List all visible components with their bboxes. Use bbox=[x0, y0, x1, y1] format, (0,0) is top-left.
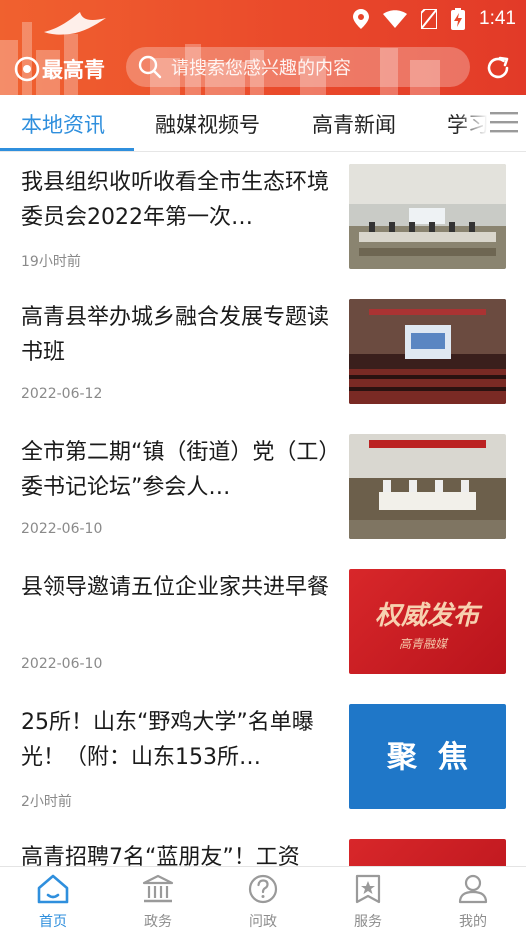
nav-label: 问政 bbox=[249, 914, 277, 930]
news-title: 高青招聘7名“蓝朋友”！工资 bbox=[21, 845, 300, 866]
bottom-nav: 首页 政务 问政 服务 我的 bbox=[0, 866, 526, 937]
menu-icon[interactable] bbox=[490, 111, 518, 133]
no-sim-icon bbox=[421, 9, 438, 29]
refresh-icon[interactable] bbox=[484, 54, 512, 82]
brand[interactable]: 最高青 bbox=[14, 54, 105, 84]
news-item[interactable]: 25所！山东“野鸡大学”名单曝光！（附：山东153所… 2小时前 聚 焦 bbox=[0, 691, 526, 826]
brand-name: 最高青 bbox=[42, 58, 105, 82]
meeting-room-photo bbox=[349, 164, 506, 269]
search-placeholder: 请搜索您感兴趣的内容 bbox=[171, 58, 351, 79]
search-icon bbox=[138, 55, 162, 79]
news-title: 我县组织收听收看全市生态环境委员会2022年第一次… bbox=[21, 170, 330, 230]
app-header: 1:41 最高青 请搜索您感兴趣的内容 bbox=[0, 0, 526, 95]
nav-profile[interactable]: 我的 bbox=[433, 873, 513, 931]
news-thumbnail bbox=[349, 299, 506, 404]
news-title: 全市第二期“镇（街道）党（工）委书记论坛”参会人… bbox=[21, 440, 330, 500]
nav-label: 首页 bbox=[39, 914, 67, 930]
news-item[interactable]: 我县组织收听收看全市生态环境委员会2022年第一次… 19小时前 bbox=[0, 151, 526, 286]
news-thumbnail bbox=[349, 434, 506, 539]
location-icon bbox=[353, 9, 370, 29]
news-item[interactable]: 高青县举办城乡融合发展专题读书班 2022-06-12 bbox=[0, 286, 526, 421]
news-item[interactable]: 高青招聘7名“蓝朋友”！工资 bbox=[0, 826, 526, 866]
red-banner bbox=[349, 839, 506, 866]
status-bar: 1:41 bbox=[353, 6, 516, 32]
nav-label: 政务 bbox=[144, 914, 172, 930]
question-icon bbox=[248, 874, 278, 904]
profile-icon bbox=[458, 874, 488, 904]
news-time: 2022-06-10 bbox=[21, 521, 103, 537]
forum-photo bbox=[349, 434, 506, 539]
banner-subtext: 高青融媒 bbox=[399, 637, 448, 651]
focus-banner-text: 聚 焦 bbox=[387, 740, 468, 775]
news-feed: 我县组织收听收看全市生态环境委员会2022年第一次… 19小时前 高青县举办城乡… bbox=[0, 151, 526, 866]
news-time: 2022-06-12 bbox=[21, 386, 103, 402]
news-thumbnail bbox=[349, 164, 506, 269]
news-item[interactable]: 全市第二期“镇（街道）党（工）委书记论坛”参会人… 2022-06-10 bbox=[0, 421, 526, 556]
news-thumbnail: 权威发布 高青融媒 bbox=[349, 569, 506, 674]
search-box[interactable]: 请搜索您感兴趣的内容 bbox=[126, 47, 470, 87]
nav-label: 服务 bbox=[354, 914, 382, 930]
government-building-icon bbox=[142, 874, 174, 903]
nav-government[interactable]: 政务 bbox=[118, 873, 198, 931]
home-icon bbox=[37, 874, 69, 904]
nav-home[interactable]: 首页 bbox=[13, 873, 93, 931]
news-time: 2022-06-10 bbox=[21, 656, 103, 672]
tab-gaoqing-news[interactable]: 高青新闻 bbox=[312, 109, 396, 139]
news-item[interactable]: 县领导邀请五位企业家共进早餐 2022-06-10 权威发布 高青融媒 bbox=[0, 556, 526, 691]
banner-text: 权威发布 bbox=[375, 601, 480, 631]
clock: 1:41 bbox=[479, 8, 516, 29]
news-time: 2小时前 bbox=[21, 794, 72, 810]
battery-charging-icon bbox=[451, 8, 466, 30]
category-tabs: 本地资讯 融媒视频号 高青新闻 学习 bbox=[0, 95, 526, 152]
tab-media-video[interactable]: 融媒视频号 bbox=[155, 109, 260, 139]
nav-label: 我的 bbox=[459, 914, 487, 930]
news-thumbnail: 聚 焦 bbox=[349, 704, 506, 809]
nav-service[interactable]: 服务 bbox=[328, 873, 408, 931]
news-title: 县领导邀请五位企业家共进早餐 bbox=[21, 575, 330, 600]
bird-logo-icon bbox=[44, 12, 106, 35]
tab-local-news[interactable]: 本地资讯 bbox=[21, 109, 105, 139]
wifi-icon bbox=[383, 10, 408, 28]
service-star-icon bbox=[355, 874, 381, 904]
nav-inquiry[interactable]: 问政 bbox=[223, 873, 303, 931]
authority-release-banner: 权威发布 高青融媒 bbox=[349, 569, 506, 674]
news-time: 19小时前 bbox=[21, 254, 81, 270]
brand-logo-icon bbox=[14, 56, 40, 82]
auditorium-photo bbox=[349, 299, 506, 404]
news-title: 25所！山东“野鸡大学”名单曝光！（附：山东153所… bbox=[21, 710, 314, 770]
news-title: 高青县举办城乡融合发展专题读书班 bbox=[21, 305, 330, 365]
news-thumbnail bbox=[349, 839, 506, 866]
